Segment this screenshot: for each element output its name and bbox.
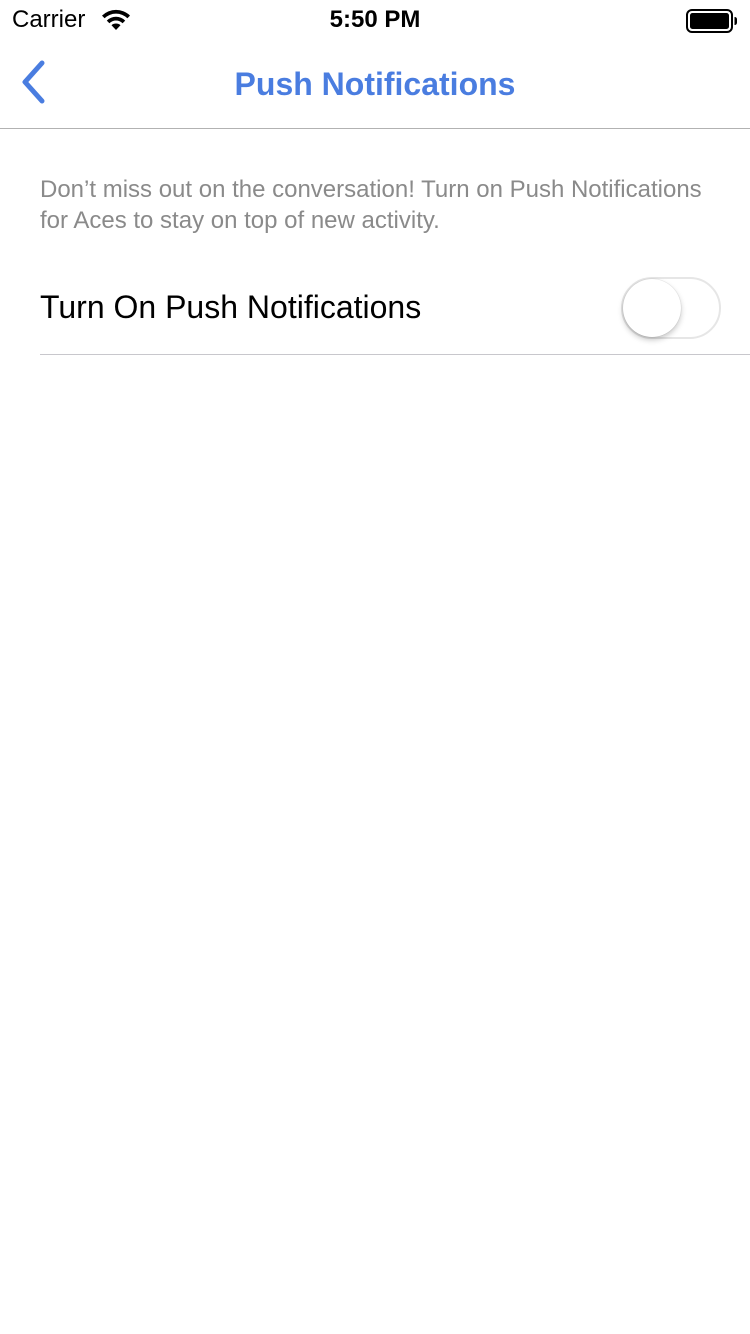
- push-notifications-switch[interactable]: [621, 277, 721, 339]
- status-bar: Carrier 5:50 PM: [0, 0, 750, 40]
- push-notifications-label: Turn On Push Notifications: [40, 289, 422, 325]
- switch-knob: [623, 279, 681, 337]
- battery-full-icon: [686, 9, 738, 33]
- push-notifications-row: Turn On Push Notifications: [0, 260, 750, 355]
- navigation-bar: Push Notifications: [0, 40, 750, 129]
- page-title: Push Notifications: [234, 66, 516, 102]
- description-text: Don’t miss out on the conversation! Turn…: [40, 176, 702, 234]
- status-time: 5:50 PM: [329, 6, 421, 33]
